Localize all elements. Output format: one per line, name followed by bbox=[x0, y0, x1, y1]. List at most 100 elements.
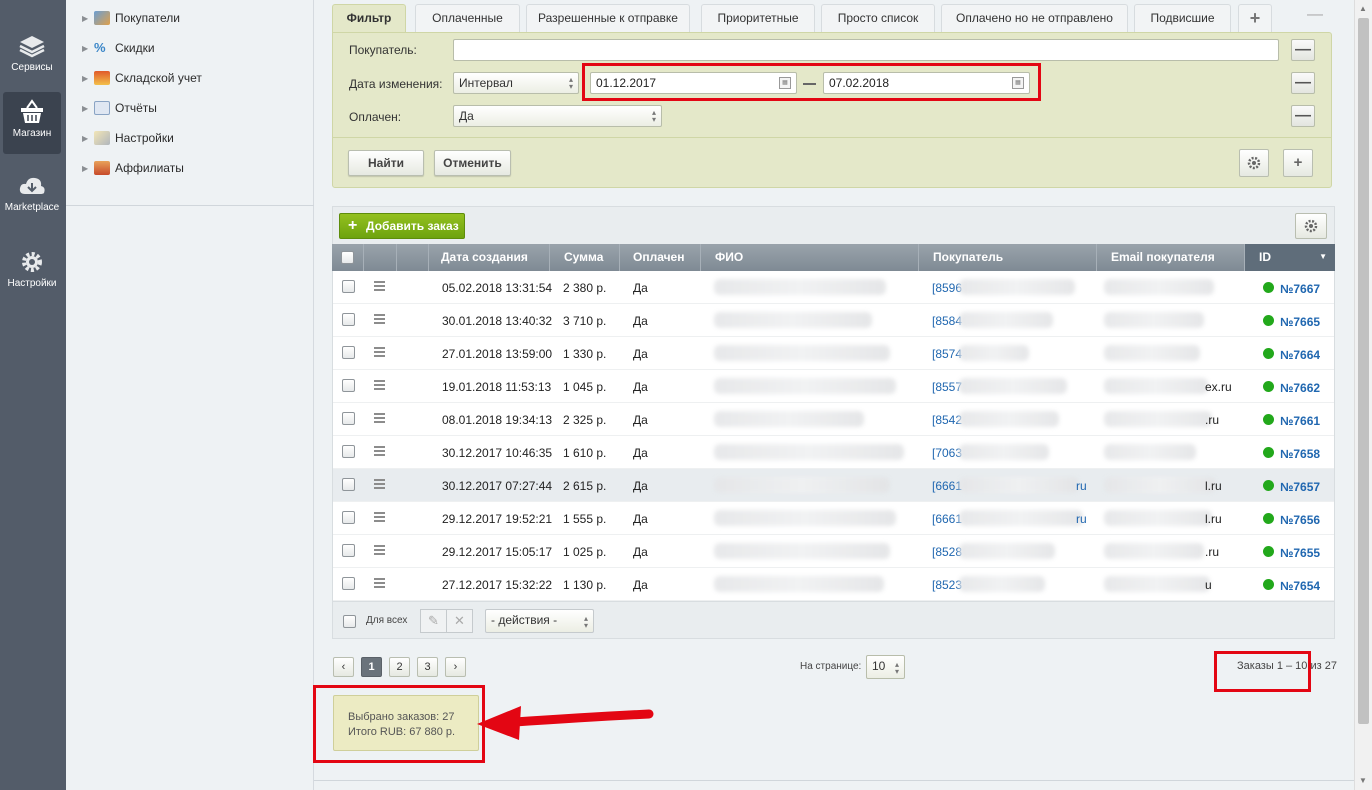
tab-priority[interactable]: Приоритетные bbox=[701, 4, 815, 32]
table-row[interactable]: 29.12.2017 19:52:21 1 555 р. Да [6661 ru l.ru… bbox=[333, 502, 1334, 535]
table-row[interactable]: 27.01.2018 13:59:00 1 330 р. Да [8574 №7664 bbox=[333, 337, 1334, 370]
tab-simple-list[interactable]: Просто список bbox=[821, 4, 935, 32]
collapse-filter-button[interactable]: — bbox=[1307, 6, 1323, 24]
order-id-link[interactable]: №7657 bbox=[1280, 480, 1320, 494]
per-page-select[interactable]: 10 ▴ ▾ bbox=[866, 655, 905, 679]
column-created-header[interactable]: Дата создания bbox=[429, 244, 550, 271]
row-menu-icon[interactable] bbox=[374, 413, 385, 425]
order-id-link[interactable]: №7661 bbox=[1280, 414, 1320, 428]
add-order-button[interactable]: + Добавить заказ bbox=[339, 213, 465, 239]
tree-item-settings[interactable]: ▶ Настройки bbox=[82, 128, 174, 148]
buyer-link[interactable]: [8557 bbox=[932, 380, 962, 394]
page-scrollbar[interactable]: ▲ ▼ bbox=[1354, 0, 1372, 790]
row-checkbox[interactable] bbox=[342, 379, 355, 392]
paid-select[interactable]: Да ▴ ▾ bbox=[453, 105, 662, 127]
scroll-up-icon[interactable]: ▲ bbox=[1359, 4, 1367, 13]
row-menu-icon[interactable] bbox=[374, 578, 385, 590]
page-2-button[interactable]: 2 bbox=[389, 657, 410, 677]
order-id-link[interactable]: №7658 bbox=[1280, 447, 1320, 461]
row-menu-icon[interactable] bbox=[374, 314, 385, 326]
scroll-down-icon[interactable]: ▼ bbox=[1359, 776, 1367, 785]
table-row[interactable]: 30.01.2018 13:40:32 3 710 р. Да [8584 №7665 bbox=[333, 304, 1334, 337]
buyer-link[interactable]: [6661 bbox=[932, 479, 962, 493]
column-buyer-header[interactable]: Покупатель bbox=[919, 244, 1097, 271]
tab-paid[interactable]: Оплаченные bbox=[415, 4, 520, 32]
expand-arrow-icon[interactable]: ▶ bbox=[82, 14, 94, 23]
row-checkbox[interactable] bbox=[342, 313, 355, 326]
row-menu-icon[interactable] bbox=[374, 347, 385, 359]
buyer-link[interactable]: [8528 bbox=[932, 545, 962, 559]
tab-filter[interactable]: Фильтр bbox=[332, 4, 406, 33]
table-row[interactable]: 29.12.2017 15:05:17 1 025 р. Да [8528 .ru №76… bbox=[333, 535, 1334, 568]
buyer-link[interactable]: [8584 bbox=[932, 314, 962, 328]
rail-item-services[interactable]: Сервисы bbox=[3, 28, 61, 90]
row-checkbox[interactable] bbox=[342, 544, 355, 557]
buyer-link[interactable]: [7063 bbox=[932, 446, 962, 460]
scroll-thumb[interactable] bbox=[1358, 18, 1369, 724]
row-checkbox[interactable] bbox=[342, 445, 355, 458]
buyer-input[interactable] bbox=[453, 39, 1279, 61]
expand-arrow-icon[interactable]: ▶ bbox=[82, 134, 94, 143]
table-row[interactable]: 27.12.2017 15:32:22 1 130 р. Да [8523 u №7654 bbox=[333, 568, 1334, 601]
column-paid-header[interactable]: Оплачен bbox=[620, 244, 701, 271]
column-fio-header[interactable]: ФИО bbox=[701, 244, 919, 271]
for-all-checkbox[interactable] bbox=[343, 615, 356, 628]
expand-arrow-icon[interactable]: ▶ bbox=[82, 104, 94, 113]
tab-paid-not-shipped[interactable]: Оплачено но не отправлено bbox=[941, 4, 1128, 32]
add-filter-field-button[interactable]: + bbox=[1283, 149, 1313, 177]
order-id-link[interactable]: №7662 bbox=[1280, 381, 1320, 395]
tab-allowed-shipping[interactable]: Разрешенные к отправке bbox=[526, 4, 690, 32]
order-id-link[interactable]: №7664 bbox=[1280, 348, 1320, 362]
column-sum-header[interactable]: Сумма bbox=[550, 244, 620, 271]
date-mode-select[interactable]: Интервал ▴ ▾ bbox=[453, 72, 579, 94]
row-checkbox[interactable] bbox=[342, 478, 355, 491]
table-row[interactable]: 30.12.2017 07:27:44 2 615 р. Да [6661 ru l.ru… bbox=[333, 469, 1334, 502]
order-id-link[interactable]: №7667 bbox=[1280, 282, 1320, 296]
next-page-button[interactable]: › bbox=[445, 657, 466, 677]
row-checkbox[interactable] bbox=[342, 346, 355, 359]
order-id-link[interactable]: №7655 bbox=[1280, 546, 1320, 560]
row-checkbox[interactable] bbox=[342, 577, 355, 590]
remove-paid-filter-button[interactable]: — bbox=[1291, 105, 1315, 127]
buyer-link[interactable]: [8542 bbox=[932, 413, 962, 427]
remove-buyer-filter-button[interactable]: — bbox=[1291, 39, 1315, 61]
select-all-checkbox[interactable] bbox=[341, 251, 354, 264]
table-row[interactable]: 19.01.2018 11:53:13 1 045 р. Да [8557 ex.ru №… bbox=[333, 370, 1334, 403]
tree-item-customers[interactable]: ▶ Покупатели bbox=[82, 8, 180, 28]
buyer-link[interactable]: [8523 bbox=[932, 578, 962, 592]
table-row[interactable]: 08.01.2018 19:34:13 2 325 р. Да [8542 .ru №76… bbox=[333, 403, 1334, 436]
row-menu-icon[interactable] bbox=[374, 545, 385, 557]
grid-settings-button[interactable] bbox=[1295, 213, 1327, 239]
page-3-button[interactable]: 3 bbox=[417, 657, 438, 677]
row-menu-icon[interactable] bbox=[374, 380, 385, 392]
add-tab-button[interactable]: + bbox=[1238, 4, 1272, 32]
order-id-link[interactable]: №7656 bbox=[1280, 513, 1320, 527]
buyer-link[interactable]: [8574 bbox=[932, 347, 962, 361]
delete-button[interactable]: ✕ bbox=[446, 609, 473, 633]
row-menu-icon[interactable] bbox=[374, 281, 385, 293]
column-id-header[interactable]: ID ▼ bbox=[1245, 244, 1335, 271]
prev-page-button[interactable]: ‹ bbox=[333, 657, 354, 677]
cancel-button[interactable]: Отменить bbox=[434, 150, 511, 176]
row-menu-icon[interactable] bbox=[374, 512, 385, 524]
actions-select[interactable]: - действия - ▴ ▾ bbox=[485, 609, 594, 633]
remove-date-filter-button[interactable]: — bbox=[1291, 72, 1315, 94]
tree-item-warehouse[interactable]: ▶ Складской учет bbox=[82, 68, 202, 88]
tab-stuck[interactable]: Подвисшие bbox=[1134, 4, 1231, 32]
row-checkbox[interactable] bbox=[342, 280, 355, 293]
order-id-link[interactable]: №7665 bbox=[1280, 315, 1320, 329]
find-button[interactable]: Найти bbox=[348, 150, 424, 176]
tree-item-discounts[interactable]: ▶ % Скидки bbox=[82, 38, 155, 58]
edit-pencil-button[interactable]: ✎ bbox=[420, 609, 447, 633]
tree-item-reports[interactable]: ▶ Отчёты bbox=[82, 98, 157, 118]
column-email-header[interactable]: Email покупателя bbox=[1097, 244, 1245, 271]
row-menu-icon[interactable] bbox=[374, 479, 385, 491]
expand-arrow-icon[interactable]: ▶ bbox=[82, 74, 94, 83]
order-id-link[interactable]: №7654 bbox=[1280, 579, 1320, 593]
row-menu-icon[interactable] bbox=[374, 446, 385, 458]
table-row[interactable]: 05.02.2018 13:31:54 2 380 р. Да [8596 №7667 bbox=[333, 271, 1334, 304]
row-checkbox[interactable] bbox=[342, 412, 355, 425]
buyer-link[interactable]: [6661 bbox=[932, 512, 962, 526]
rail-item-shop[interactable]: Магазин bbox=[3, 92, 61, 154]
row-checkbox[interactable] bbox=[342, 511, 355, 524]
